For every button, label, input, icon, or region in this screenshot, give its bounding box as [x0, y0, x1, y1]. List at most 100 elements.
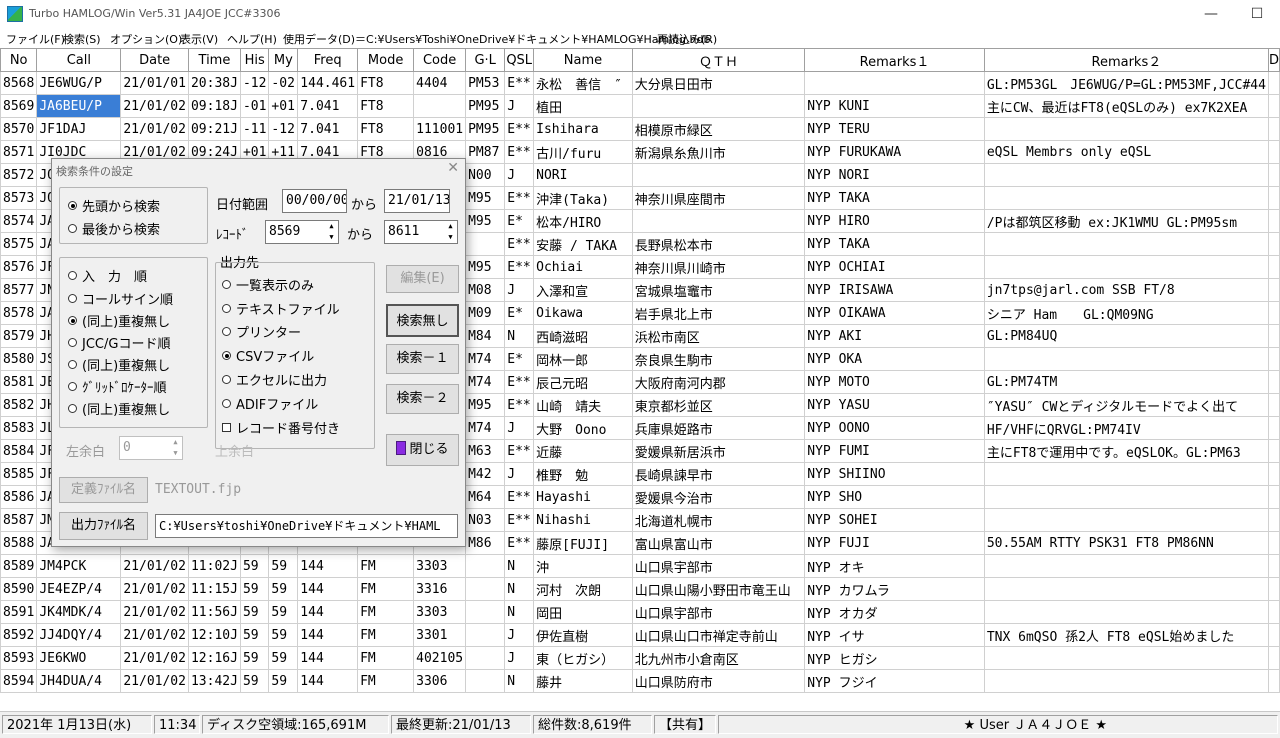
table-cell[interactable]: NYP AKI — [804, 324, 985, 348]
table-cell[interactable]: J — [504, 646, 535, 670]
table-cell[interactable]: 8578 — [0, 301, 38, 325]
table-cell[interactable]: 21/01/02 — [120, 554, 189, 578]
table-cell[interactable]: 144 — [297, 669, 359, 693]
table-cell[interactable]: JE4EZP/4 — [36, 577, 122, 601]
table-cell[interactable]: 8585 — [0, 462, 38, 486]
table-cell[interactable]: 8576 — [0, 255, 38, 279]
table-cell[interactable]: Oikawa — [533, 301, 633, 325]
table-cell[interactable]: 3303 — [413, 554, 467, 578]
table-cell[interactable] — [1267, 163, 1280, 187]
table-cell[interactable]: NYP OKA — [804, 347, 985, 371]
table-cell[interactable]: 8575 — [0, 232, 38, 256]
table-cell[interactable]: -12 — [268, 117, 299, 141]
radio-excel[interactable]: エクセルに出力 — [222, 370, 327, 389]
table-cell[interactable]: 8588 — [0, 531, 38, 555]
table-cell[interactable]: 144 — [297, 554, 359, 578]
table-cell[interactable]: NYP FUJI — [804, 531, 985, 555]
table-cell[interactable] — [983, 186, 1269, 210]
table-cell[interactable]: E** — [504, 508, 535, 532]
table-row[interactable]: 8592 JJ4DQY/4 21/01/02 12:10J 59 59 144 FM 3301 J… — [0, 623, 1280, 647]
table-cell[interactable]: PM53 — [465, 71, 506, 95]
table-cell[interactable]: 21/01/02 — [120, 117, 189, 141]
table-cell[interactable] — [1267, 600, 1280, 624]
table-cell[interactable]: 8581 — [0, 370, 38, 394]
menu-view[interactable]: 表示(V) — [180, 31, 218, 47]
table-cell[interactable]: E* — [504, 347, 535, 371]
menu-help[interactable]: ヘルプ(H) — [227, 31, 277, 47]
radio-printer[interactable]: プリンター — [222, 322, 301, 341]
table-cell[interactable]: 59 — [239, 669, 270, 693]
table-cell[interactable] — [1267, 485, 1280, 509]
table-cell[interactable] — [1267, 439, 1280, 463]
table-cell[interactable]: 8594 — [0, 669, 38, 693]
table-cell[interactable]: -12 — [239, 71, 270, 95]
table-cell[interactable]: 東（ヒガシ） — [533, 646, 633, 670]
table-cell[interactable]: FT8 — [357, 71, 415, 95]
table-cell[interactable] — [1267, 347, 1280, 371]
table-cell[interactable]: 09:21J — [187, 117, 241, 141]
table-cell[interactable]: 09:18J — [187, 94, 241, 118]
radio-text-file[interactable]: テキストファイル — [222, 299, 340, 318]
table-cell[interactable]: NORI — [533, 163, 633, 187]
table-cell[interactable]: E** — [504, 117, 535, 141]
table-cell[interactable]: NYP オキ — [804, 554, 985, 578]
table-cell[interactable]: 山口県宇部市 — [631, 554, 806, 578]
table-cell[interactable]: 21/01/01 — [120, 71, 189, 95]
table-cell[interactable]: NYP OCHIAI — [804, 255, 985, 279]
table-cell[interactable]: JA6BEU/P — [36, 94, 122, 118]
table-cell[interactable]: 椎野 勉 — [533, 462, 633, 486]
table-cell[interactable]: E* — [504, 301, 535, 325]
table-cell[interactable]: M95 — [465, 209, 506, 233]
table-cell[interactable]: 8590 — [0, 577, 38, 601]
table-cell[interactable]: 入澤和宣 — [533, 278, 633, 302]
table-cell[interactable]: E** — [504, 255, 535, 279]
table-cell[interactable]: N03 — [465, 508, 506, 532]
table-cell[interactable]: 岡林一郎 — [533, 347, 633, 371]
column-header[interactable]: Time — [187, 48, 241, 72]
table-cell[interactable]: E** — [504, 485, 535, 509]
table-cell[interactable]: Hayashi — [533, 485, 633, 509]
close-button[interactable]: 閉じる — [386, 434, 459, 466]
table-cell[interactable]: 3316 — [413, 577, 467, 601]
table-cell[interactable]: E* — [504, 209, 535, 233]
table-cell[interactable]: 8572 — [0, 163, 38, 187]
search2-button[interactable]: 検索－２ — [386, 384, 459, 414]
table-cell[interactable]: 沖津(Taka) — [533, 186, 633, 210]
table-cell[interactable]: 神奈川県川崎市 — [631, 255, 806, 279]
table-cell[interactable]: FM — [357, 554, 415, 578]
checkbox-record-number[interactable]: レコード番号付き — [222, 418, 340, 437]
radio-callsign-order[interactable]: コールサイン順 — [68, 289, 173, 308]
column-header[interactable]: Remarks２ — [983, 48, 1269, 72]
table-cell[interactable]: 主にFT8で運用中です。eQSLOK。GL:PM63 — [983, 439, 1269, 463]
table-cell[interactable]: M74 — [465, 347, 506, 371]
table-cell[interactable]: 植田 — [533, 94, 633, 118]
table-cell[interactable] — [983, 347, 1269, 371]
table-cell[interactable]: 兵庫県姫路市 — [631, 416, 806, 440]
table-cell[interactable]: ″YASU″ CWとディジタルモードでよく出て — [983, 393, 1269, 417]
radio-csv-file[interactable]: CSVファイル — [222, 346, 314, 365]
table-cell[interactable]: 8577 — [0, 278, 38, 302]
table-cell[interactable] — [983, 600, 1269, 624]
radio-jcc-order[interactable]: JCC/Gコード順 — [68, 333, 170, 352]
table-cell[interactable]: 59 — [268, 646, 299, 670]
table-cell[interactable]: 河村 次朗 — [533, 577, 633, 601]
radio-grid-order[interactable]: ｸﾞﾘｯﾄﾞﾛｹｰﾀｰ順 — [68, 377, 167, 396]
table-cell[interactable]: 岡田 — [533, 600, 633, 624]
table-cell[interactable]: NYP MOTO — [804, 370, 985, 394]
table-cell[interactable]: 8580 — [0, 347, 38, 371]
table-cell[interactable]: FT8 — [357, 117, 415, 141]
table-cell[interactable]: 144 — [297, 577, 359, 601]
table-cell[interactable]: 8573 — [0, 186, 38, 210]
table-cell[interactable] — [1267, 278, 1280, 302]
table-cell[interactable]: 8582 — [0, 393, 38, 417]
table-cell[interactable] — [983, 232, 1269, 256]
table-row[interactable]: 8590 JE4EZP/4 21/01/02 11:15J 59 59 144 FM 3316 N… — [0, 577, 1280, 601]
menu-options[interactable]: オプション(O) — [110, 31, 182, 47]
column-header[interactable]: Freq — [297, 48, 359, 72]
left-margin-field[interactable]: 0 ▲ ▼ — [119, 436, 183, 460]
table-cell[interactable]: E** — [504, 393, 535, 417]
table-cell[interactable]: 永松 善信 ″ — [533, 71, 633, 95]
radio-list-only[interactable]: 一覧表示のみ — [222, 275, 314, 294]
table-cell[interactable]: 宮城県塩竈市 — [631, 278, 806, 302]
table-cell[interactable]: J — [504, 416, 535, 440]
